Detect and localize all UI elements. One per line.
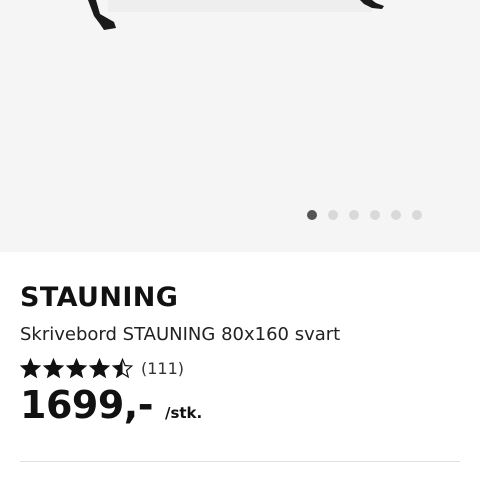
product-price: 1699,- bbox=[20, 383, 153, 427]
carousel-dot[interactable] bbox=[391, 210, 401, 220]
product-rating[interactable]: (111) bbox=[20, 357, 184, 379]
carousel-dot[interactable] bbox=[370, 210, 380, 220]
product-image-carousel[interactable] bbox=[0, 0, 480, 252]
price-unit: /stk. bbox=[164, 404, 203, 422]
review-count[interactable]: (111) bbox=[141, 359, 184, 378]
carousel-pagination bbox=[0, 210, 480, 220]
star-icon bbox=[43, 357, 64, 378]
rating-stars bbox=[20, 357, 133, 379]
carousel-dot[interactable] bbox=[307, 210, 317, 220]
product-description: Skrivebord STAUNING 80x160 svart bbox=[20, 324, 341, 345]
carousel-dot[interactable] bbox=[412, 210, 422, 220]
star-icon bbox=[66, 357, 87, 378]
star-icon bbox=[89, 357, 110, 378]
star-icon bbox=[112, 357, 133, 378]
divider bbox=[20, 461, 460, 462]
carousel-dot[interactable] bbox=[328, 210, 338, 220]
product-brand: STAUNING bbox=[20, 282, 179, 313]
star-icon bbox=[20, 357, 41, 378]
price-row: 1699,- /stk. bbox=[20, 382, 202, 428]
carousel-dot[interactable] bbox=[349, 210, 359, 220]
